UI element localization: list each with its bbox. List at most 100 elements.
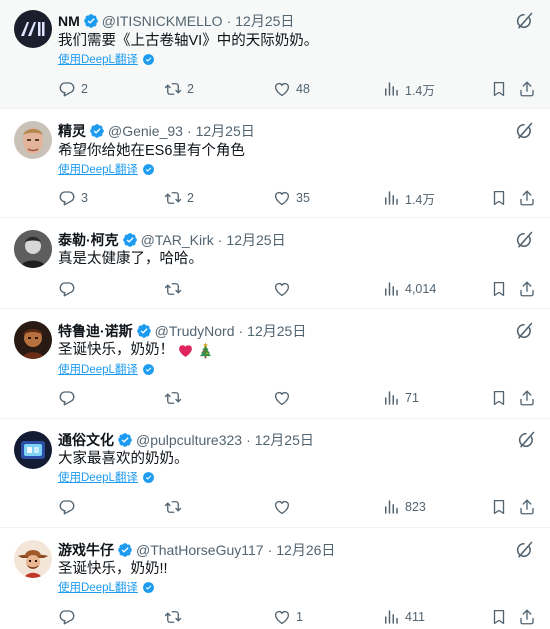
display-name[interactable]: 通俗文化: [58, 431, 114, 449]
translate-link[interactable]: 使用DeepL翻译: [58, 469, 155, 485]
user-handle[interactable]: @TrudyNord: [155, 322, 235, 340]
share-icon: [518, 280, 536, 298]
grok-icon[interactable]: [514, 540, 534, 560]
user-handle[interactable]: @ITISNICKMELLO: [102, 12, 223, 30]
avatar[interactable]: [14, 10, 52, 48]
like-button[interactable]: [273, 279, 296, 299]
user-handle[interactable]: @TAR_Kirk: [141, 231, 214, 249]
like-button[interactable]: 1: [273, 607, 303, 627]
action-bar: 2 2 48 1.4万: [58, 79, 536, 99]
tweet-header: 特鲁迪·诺斯 @TrudyNord · 12月25日: [58, 322, 307, 340]
avatar[interactable]: [14, 121, 52, 159]
like-button[interactable]: 48: [273, 79, 310, 99]
translate-link[interactable]: 使用DeepL翻译: [58, 579, 155, 595]
reply-button[interactable]: 2: [58, 79, 88, 99]
tweet[interactable]: 精灵 @Genie_93 · 12月25日 希望你给她在ES6里有个角色 使用D…: [0, 109, 550, 218]
share-button[interactable]: [518, 497, 536, 517]
timestamp[interactable]: 12月25日: [235, 12, 294, 30]
reply-button[interactable]: 3: [58, 188, 88, 208]
bookmark-icon: [490, 608, 508, 626]
reply-button[interactable]: [58, 607, 81, 627]
grok-icon[interactable]: [514, 230, 534, 250]
bookmark-button[interactable]: [490, 79, 508, 99]
timestamp[interactable]: 12月26日: [276, 541, 335, 559]
views-icon: [382, 189, 400, 207]
display-name[interactable]: 特鲁迪·诺斯: [58, 322, 133, 340]
heart-icon: [273, 608, 291, 626]
avatar[interactable]: [14, 321, 52, 359]
tweet-text: 真是太健康了，哈哈。: [58, 251, 203, 267]
reply-icon: [58, 189, 76, 207]
views-button[interactable]: 1.4万: [382, 79, 435, 99]
retweet-button[interactable]: [164, 388, 187, 408]
action-bar: 71: [58, 388, 536, 408]
views-button[interactable]: 71: [382, 388, 419, 408]
grok-icon[interactable]: [514, 11, 534, 31]
bookmark-button[interactable]: [490, 188, 508, 208]
tweet[interactable]: 通俗文化 @pulpculture323 · 12月25日 大家最喜欢的奶奶。 …: [0, 419, 550, 528]
timestamp[interactable]: 12月25日: [247, 322, 306, 340]
heart-icon: [273, 280, 291, 298]
translate-link[interactable]: 使用DeepL翻译: [58, 51, 155, 67]
share-button[interactable]: [518, 79, 536, 99]
share-button[interactable]: [518, 188, 536, 208]
reply-button[interactable]: [58, 388, 81, 408]
tweet[interactable]: 特鲁迪·诺斯 @TrudyNord · 12月25日 圣诞快乐，奶奶！ 使用De…: [0, 309, 550, 419]
share-button[interactable]: [518, 279, 536, 299]
retweet-icon: [164, 498, 182, 516]
tweet[interactable]: 游戏牛仔 @ThatHorseGuy117 · 12月26日 圣诞快乐，奶奶!!…: [0, 528, 550, 629]
display-name[interactable]: 游戏牛仔: [58, 541, 114, 559]
views-button[interactable]: 1.4万: [382, 188, 435, 208]
share-button[interactable]: [518, 607, 536, 627]
like-button[interactable]: 35: [273, 188, 310, 208]
grok-icon[interactable]: [514, 321, 534, 341]
action-bar: 823: [58, 497, 536, 517]
reply-button[interactable]: [58, 279, 81, 299]
like-button[interactable]: [273, 497, 296, 517]
retweet-button[interactable]: 2: [164, 79, 194, 99]
translate-link[interactable]: 使用DeepL翻译: [58, 161, 155, 177]
display-name[interactable]: NM: [58, 12, 80, 30]
retweet-button[interactable]: [164, 607, 187, 627]
like-button[interactable]: [273, 388, 296, 408]
bookmark-icon: [490, 80, 508, 98]
views-icon: [382, 608, 400, 626]
retweet-icon: [164, 608, 182, 626]
tweet-header: 泰勒·柯克 @TAR_Kirk · 12月25日: [58, 231, 286, 249]
timestamp[interactable]: 12月25日: [255, 431, 314, 449]
retweet-button[interactable]: [164, 279, 187, 299]
reply-button[interactable]: [58, 497, 81, 517]
timestamp[interactable]: 12月25日: [196, 122, 255, 140]
grok-icon[interactable]: [514, 121, 534, 141]
display-name[interactable]: 泰勒·柯克: [58, 231, 119, 249]
retweet-button[interactable]: [164, 497, 187, 517]
tweet-header: 精灵 @Genie_93 · 12月25日: [58, 122, 255, 140]
bookmark-icon: [490, 389, 508, 407]
user-handle[interactable]: @Genie_93: [108, 122, 183, 140]
timestamp[interactable]: 12月25日: [226, 231, 285, 249]
avatar[interactable]: [14, 230, 52, 268]
translate-link[interactable]: 使用DeepL翻译: [58, 361, 155, 377]
tweet[interactable]: 泰勒·柯克 @TAR_Kirk · 12月25日 真是太健康了，哈哈。 4,01…: [0, 218, 550, 309]
bookmark-button[interactable]: [490, 607, 508, 627]
avatar[interactable]: [14, 431, 52, 469]
bookmark-button[interactable]: [490, 497, 508, 517]
tweet[interactable]: NM @ITISNICKMELLO · 12月25日 我们需要《上古卷轴VI》中…: [0, 0, 550, 109]
share-icon: [518, 498, 536, 516]
retweet-icon: [164, 80, 182, 98]
reply-icon: [58, 280, 76, 298]
avatar[interactable]: [14, 540, 52, 578]
user-handle[interactable]: @pulpculture323: [136, 431, 242, 449]
views-button[interactable]: 411: [382, 607, 425, 627]
action-bar: 4,014: [58, 279, 536, 299]
bookmark-button[interactable]: [490, 388, 508, 408]
share-button[interactable]: [518, 388, 536, 408]
grok-icon[interactable]: [516, 430, 536, 450]
display-name[interactable]: 精灵: [58, 122, 86, 140]
views-button[interactable]: 823: [382, 497, 426, 517]
reply-icon: [58, 80, 76, 98]
views-button[interactable]: 4,014: [382, 279, 436, 299]
user-handle[interactable]: @ThatHorseGuy117: [136, 541, 264, 559]
retweet-button[interactable]: 2: [164, 188, 194, 208]
bookmark-button[interactable]: [490, 279, 508, 299]
